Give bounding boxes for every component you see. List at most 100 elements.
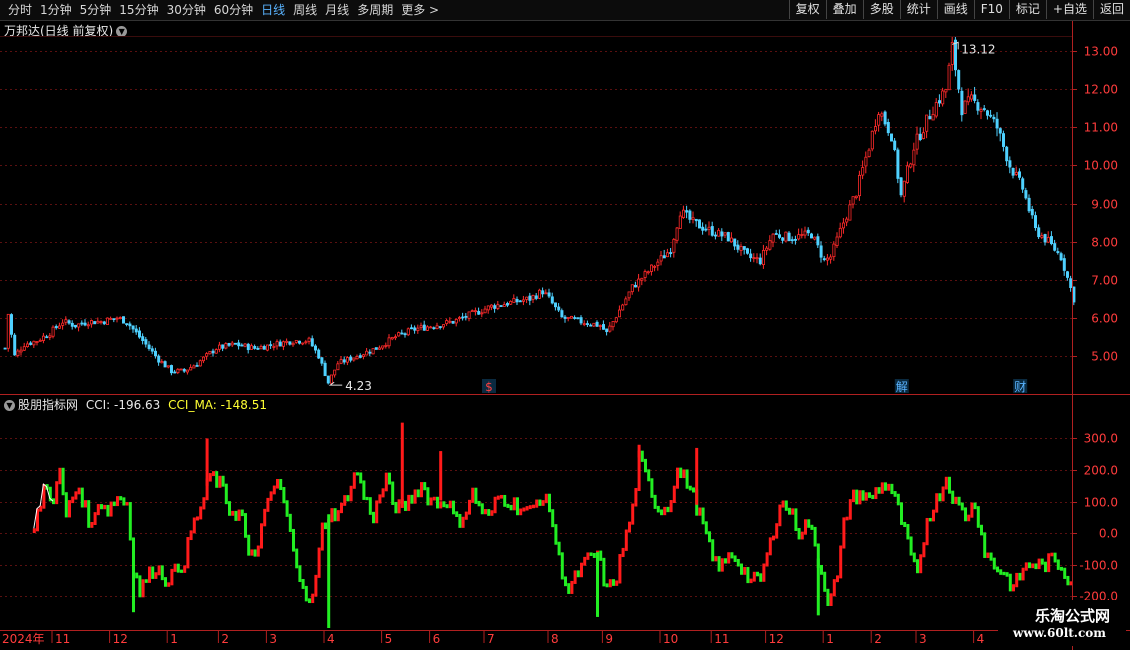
cci-bar (484, 509, 487, 515)
period-tab[interactable]: 30分钟 (163, 2, 210, 18)
price-panel-title[interactable]: 万邦达(日线 前复权) ▼ (4, 22, 128, 39)
cci-bar (701, 507, 705, 525)
cci-bar (327, 519, 331, 530)
cci-bar (996, 566, 999, 573)
candle-body (470, 310, 474, 313)
cci-bar (266, 497, 270, 512)
cci-bar (557, 541, 561, 556)
candle-body (489, 304, 493, 308)
cci-bar (509, 504, 513, 511)
period-tabs: 分时 1分钟 5分钟 15分钟 30分钟 60分钟 日线 周线 月线 多周期 更多 > (4, 2, 443, 18)
candle-body (688, 210, 692, 220)
cci-bar (317, 547, 321, 578)
period-tab[interactable]: 5分钟 (76, 2, 116, 18)
candle-body (80, 322, 84, 325)
cci-bar (909, 536, 913, 556)
candle-body (166, 365, 170, 368)
cci-bar (410, 494, 414, 504)
stock-chart[interactable]: 5.00 6.00 7.00 8.00 9.00 10.00 11.00 12.00 13.00… (0, 0, 1130, 650)
period-tab[interactable]: 更多 > (397, 2, 443, 18)
candle-body (774, 233, 778, 235)
cci-bar (218, 475, 222, 488)
period-tab[interactable]: 分时 (4, 2, 36, 18)
toolbar-button[interactable]: 多股 (862, 0, 900, 19)
month-label: 6 (433, 632, 441, 646)
candle-body (1050, 236, 1054, 245)
month-label: 4 (327, 632, 335, 646)
cci-bar (656, 505, 660, 513)
candle-body (102, 321, 106, 325)
period-tab[interactable]: 1分钟 (36, 2, 76, 18)
candle-body (1066, 271, 1070, 278)
candle-body (566, 317, 570, 319)
cci-bar (77, 487, 81, 495)
cci-bar (954, 496, 958, 504)
cci-spike (439, 451, 443, 501)
cci-bar (804, 519, 807, 535)
cci-bar (586, 552, 590, 560)
candle-body (749, 253, 753, 259)
toolbar-button[interactable]: 画线 (936, 0, 974, 19)
candle-body (157, 355, 161, 363)
price-tick-label: 10.00 (1084, 159, 1118, 173)
period-tab[interactable]: 周线 (289, 2, 321, 18)
period-tab[interactable]: 15分钟 (115, 2, 162, 18)
candle-body (169, 365, 173, 374)
toolbar-button[interactable]: 返回 (1092, 0, 1130, 19)
price-tick-label: 7.00 (1091, 274, 1118, 288)
candle-body (960, 90, 964, 116)
toolbar-button[interactable]: F10 (973, 0, 1009, 19)
cci-bar (874, 487, 878, 500)
period-tab[interactable]: 多周期 (353, 2, 397, 18)
cci-bar (221, 475, 225, 487)
candle-body (870, 130, 874, 150)
toolbar-button[interactable]: 叠加 (825, 0, 863, 19)
cci-bar (240, 509, 244, 517)
candle-body (531, 295, 535, 300)
cci-bar (775, 523, 779, 539)
period-tab[interactable]: 月线 (321, 2, 353, 18)
toolbar-button[interactable]: 标记 (1008, 0, 1046, 19)
candle-body (707, 226, 711, 230)
cci-bar (986, 552, 990, 558)
period-tab[interactable]: 60分钟 (210, 2, 257, 18)
candle-body (221, 344, 225, 349)
cci-bar (391, 481, 395, 505)
cci-bar (1015, 572, 1019, 588)
chevron-down-icon[interactable]: ▼ (116, 26, 128, 37)
candle-body (746, 248, 750, 254)
indicator-panel-title[interactable]: ▼ 股朋指标网 CCI: -196.63 CCI_MA: -148.51 (4, 396, 267, 413)
candle-body (473, 310, 477, 313)
candle-body (579, 317, 583, 324)
candle-body (538, 289, 542, 299)
cci-spike (816, 558, 820, 616)
cci-bar (820, 564, 823, 575)
candle-body (381, 345, 385, 349)
candle-body (400, 332, 404, 335)
cci-bar (756, 571, 759, 577)
cci-value-label: CCI: -196.63 (85, 398, 161, 412)
cci-bar (493, 496, 497, 514)
cci-bar (525, 506, 529, 511)
cci-bar (84, 500, 87, 508)
cci-bar (644, 458, 647, 473)
cci-bar (71, 496, 75, 504)
cci-bar (349, 485, 353, 502)
cci-bar (372, 511, 375, 524)
toolbar: 分时 1分钟 5分钟 15分钟 30分钟 60分钟 日线 周线 月线 多周期 更多 > 复权 叠加 多股… (0, 0, 1130, 21)
period-tab[interactable]: 日线 (257, 2, 289, 18)
cci-spike (695, 447, 699, 505)
candle-body (285, 340, 289, 343)
toolbar-button[interactable]: 统计 (899, 0, 937, 19)
candle-body (682, 209, 686, 218)
candle-body (947, 64, 951, 91)
month-label: 5 (385, 632, 393, 646)
cci-bar (365, 496, 369, 501)
cci-bar (157, 565, 161, 576)
toolbar-button[interactable]: +自选 (1045, 0, 1093, 19)
toolbar-button[interactable]: 复权 (788, 0, 826, 19)
cci-bar (580, 562, 583, 578)
cci-bar (474, 487, 478, 504)
chevron-down-icon[interactable]: ▼ (4, 400, 15, 411)
candle-body (214, 349, 218, 354)
